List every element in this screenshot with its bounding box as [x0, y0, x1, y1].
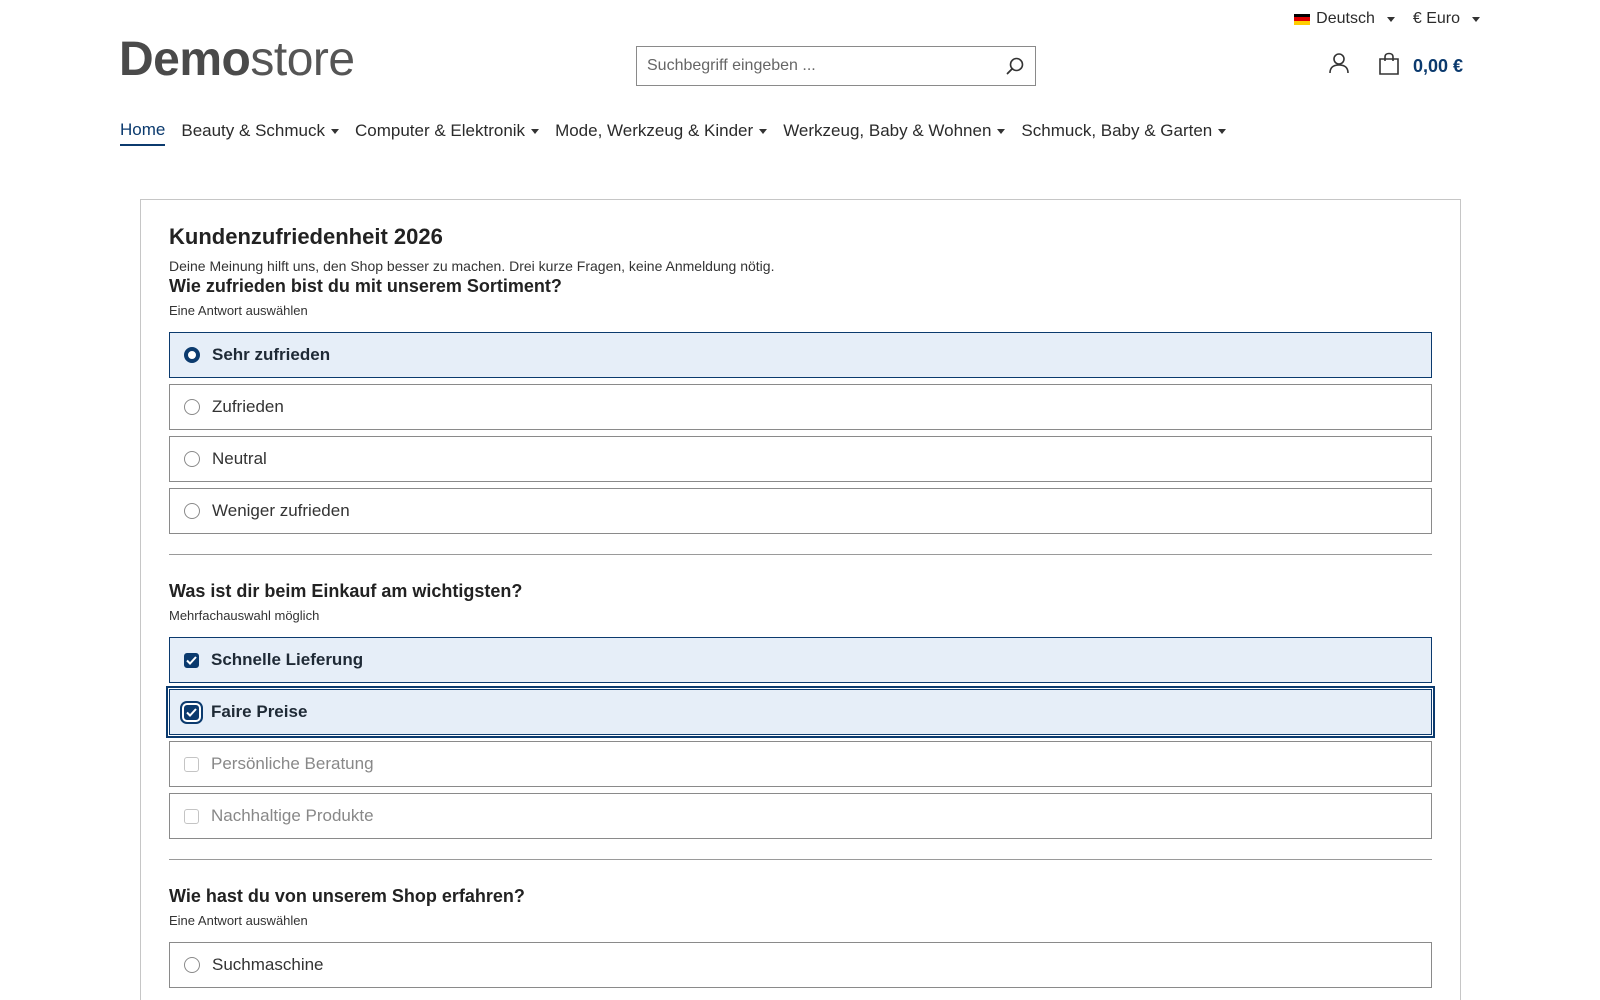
language-selector[interactable]: Deutsch: [1294, 10, 1395, 28]
survey-intro: Deine Meinung hilft uns, den Shop besser…: [169, 258, 775, 274]
radio-unchecked-icon: [184, 399, 200, 415]
chevron-down-icon: [997, 128, 1006, 134]
nav-item-label: Mode, Werkzeug & Kinder: [555, 121, 754, 140]
german-flag-icon: [1294, 13, 1311, 25]
question-hint: Eine Antwort auswählen: [169, 303, 308, 318]
cart-button[interactable]: 0,00 €: [1377, 52, 1463, 81]
question-title: Was ist dir beim Einkauf am wichtigsten?: [169, 581, 523, 601]
checkbox-option[interactable]: Faire Preise: [166, 686, 1435, 738]
chevron-down-icon: [330, 128, 339, 134]
question-hint: Eine Antwort auswählen: [169, 913, 308, 928]
nav-item-beauty-schmuck[interactable]: Beauty & Schmuck: [181, 120, 339, 146]
option-label: Schnelle Lieferung: [211, 650, 364, 669]
currency-selector[interactable]: € Euro: [1413, 10, 1480, 28]
radio-control: [184, 957, 200, 973]
radio-option[interactable]: Weniger zufrieden: [169, 488, 1432, 534]
checkbox-unchecked-icon: [184, 808, 199, 824]
checkbox-control: [184, 756, 199, 772]
logo-bold: Demo: [119, 33, 251, 86]
topbar: Deutsch € Euro: [1294, 10, 1480, 28]
checkbox-unchecked-icon: [184, 756, 199, 772]
shopping-bag-icon: [1377, 52, 1401, 81]
checkbox-option[interactable]: Nachhaltige Produkte: [169, 793, 1432, 839]
language-label: Deutsch: [1316, 10, 1375, 27]
nav-item-label: Home: [120, 120, 166, 139]
survey-title: Kundenzufriedenheit 2026: [169, 224, 443, 249]
chevron-down-icon: [1386, 16, 1395, 22]
radio-checked-icon: [184, 347, 200, 363]
nav-item-computer-elektronik[interactable]: Computer & Elektronik: [354, 120, 540, 146]
survey-card: Kundenzufriedenheit 2026 Deine Meinung h…: [140, 199, 1461, 1000]
checkbox-checked-icon: [184, 704, 199, 720]
search-input[interactable]: [637, 47, 995, 85]
question-title: Wie zufrieden bist du mit unserem Sortim…: [169, 276, 562, 296]
checkbox-control: [184, 808, 199, 824]
divider: [169, 859, 1432, 860]
checkbox-control: [184, 652, 199, 668]
nav-item-label: Beauty & Schmuck: [181, 121, 325, 140]
radio-control: [184, 451, 200, 467]
radio-option[interactable]: Sehr zufrieden: [169, 332, 1432, 378]
nav-item-home[interactable]: Home: [120, 120, 166, 146]
divider: [169, 554, 1432, 555]
main-navigation: Home Beauty & Schmuck Computer & Elektro…: [120, 120, 1227, 146]
cart-total: 0,00 €: [1413, 56, 1464, 76]
option-label: Neutral: [212, 449, 267, 468]
search-box: [636, 46, 1036, 86]
chevron-down-icon: [1218, 128, 1227, 134]
option-label: Persönliche Beratung: [211, 754, 374, 773]
question-title: Wie hast du von unserem Shop erfahren?: [169, 886, 525, 906]
checkbox-control: [184, 704, 199, 720]
checkbox-option[interactable]: Persönliche Beratung: [169, 741, 1432, 787]
radio-option[interactable]: Suchmaschine: [169, 942, 1432, 988]
logo-light: store: [250, 33, 355, 86]
radio-control: [184, 347, 200, 363]
nav-item-mode-werkzeug-kinder[interactable]: Mode, Werkzeug & Kinder: [555, 120, 768, 146]
nav-item-label: Werkzeug, Baby & Wohnen: [783, 121, 992, 140]
question-hint: Mehrfachauswahl möglich: [169, 608, 320, 623]
option-label: Faire Preise: [211, 702, 308, 721]
option-label: Suchmaschine: [212, 955, 324, 974]
chevron-down-icon: [759, 128, 768, 134]
chevron-down-icon: [531, 128, 540, 134]
logo[interactable]: Demostore: [119, 36, 355, 84]
checkbox-checked-icon: [184, 652, 199, 668]
radio-unchecked-icon: [184, 503, 200, 519]
nav-item-label: Schmuck, Baby & Garten: [1021, 121, 1213, 140]
option-label: Sehr zufrieden: [212, 345, 331, 364]
search-icon[interactable]: [995, 47, 1035, 85]
radio-unchecked-icon: [184, 957, 200, 973]
account-icon[interactable]: [1328, 52, 1350, 79]
nav-item-label: Computer & Elektronik: [354, 121, 526, 140]
option-label: Weniger zufrieden: [212, 501, 350, 520]
checkbox-option[interactable]: Schnelle Lieferung: [169, 637, 1432, 683]
radio-unchecked-icon: [184, 451, 200, 467]
option-label: Nachhaltige Produkte: [211, 806, 374, 825]
radio-option[interactable]: Zufrieden: [169, 384, 1432, 430]
radio-control: [184, 399, 200, 415]
radio-option[interactable]: Neutral: [169, 436, 1432, 482]
radio-control: [184, 503, 200, 519]
nav-item-schmuck-baby-garten[interactable]: Schmuck, Baby & Garten: [1021, 120, 1227, 146]
currency-label: € Euro: [1412, 10, 1460, 27]
nav-item-werkzeug-baby-wohnen[interactable]: Werkzeug, Baby & Wohnen: [783, 120, 1006, 146]
option-label: Zufrieden: [212, 397, 284, 416]
chevron-down-icon: [1472, 16, 1480, 22]
